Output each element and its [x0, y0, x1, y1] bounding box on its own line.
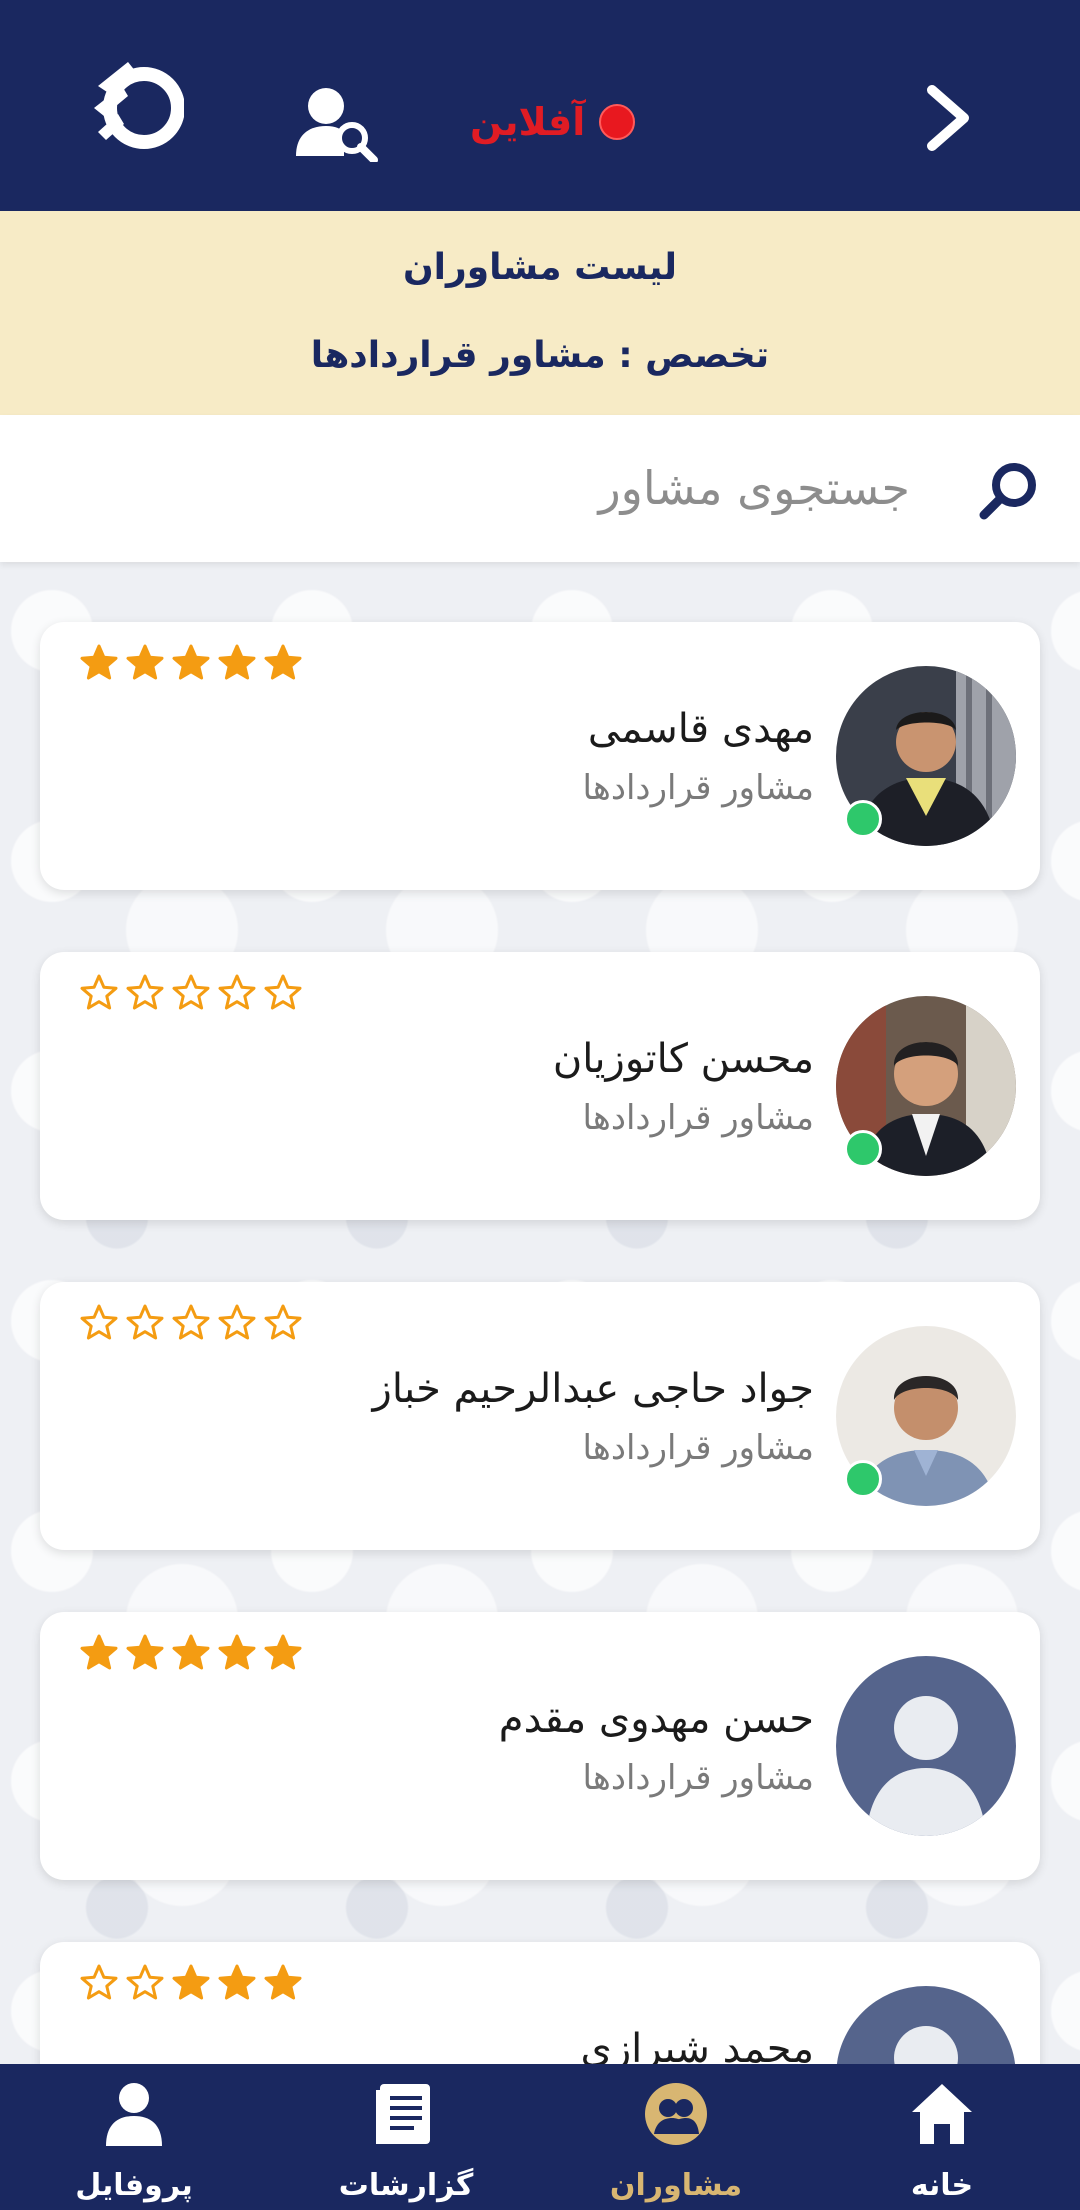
bottom-nav: پروفایل گزارشات مشاوران خانه	[0, 2064, 1080, 2210]
search-icon[interactable]	[978, 459, 1040, 521]
nav-label: خانه	[910, 2168, 974, 2203]
rating-stars	[80, 1304, 302, 1342]
nav-label: مشاوران	[609, 2168, 743, 2203]
star-filled-icon	[218, 644, 256, 680]
star-outline-icon	[80, 1964, 118, 2000]
status-dot	[599, 104, 636, 140]
nav-home[interactable]: خانه	[842, 2064, 1042, 2210]
star-filled-icon	[126, 1634, 164, 1670]
online-status: آفلاین	[470, 96, 636, 148]
advisor-name: جواد حاجی عبدالرحیم خباز	[372, 1366, 814, 1412]
user-search-icon[interactable]	[296, 84, 378, 162]
search-bar	[0, 415, 1080, 562]
title-band: لیست مشاوران تخصص : مشاور قراردادها	[0, 211, 1080, 415]
star-outline-icon	[126, 1964, 164, 2000]
star-outline-icon	[264, 1304, 302, 1340]
star-filled-icon	[264, 1964, 302, 2000]
advisor-name: حسن مهدوی مقدم	[498, 1696, 814, 1742]
advisor-card[interactable]: مهدی قاسمی مشاور قراردادها	[40, 622, 1040, 890]
advisor-card[interactable]: حسن مهدوی مقدم مشاور قراردادها	[40, 1612, 1040, 1880]
star-filled-icon	[218, 1964, 256, 2000]
star-filled-icon	[172, 1964, 210, 2000]
chevron-right-icon[interactable]	[920, 82, 976, 154]
specialty-label: تخصص : مشاور قراردادها	[310, 335, 770, 376]
advisor-card[interactable]: جواد حاجی عبدالرحیم خباز مشاور قراردادها	[40, 1282, 1040, 1550]
search-input[interactable]	[210, 445, 910, 531]
online-indicator	[844, 1460, 882, 1498]
rating-stars	[80, 1634, 302, 1672]
rating-stars	[80, 644, 302, 682]
logo-icon	[94, 62, 184, 149]
star-filled-icon	[264, 644, 302, 680]
home-icon	[912, 2084, 972, 2144]
advisor-name: محسن کاتوزیان	[552, 1036, 814, 1082]
advisor-card[interactable]: محسن کاتوزیان مشاور قراردادها	[40, 952, 1040, 1220]
nav-label: پروفایل	[75, 2168, 193, 2203]
nav-label: گزارشات	[338, 2168, 474, 2203]
online-indicator	[844, 1130, 882, 1168]
nav-profile[interactable]: پروفایل	[34, 2064, 234, 2210]
star-outline-icon	[126, 1304, 164, 1340]
star-outline-icon	[80, 1304, 118, 1340]
star-outline-icon	[126, 974, 164, 1010]
star-filled-icon	[172, 644, 210, 680]
advisor-role: مشاور قراردادها	[582, 1098, 814, 1138]
app-header: آفلاین	[0, 0, 1080, 211]
online-indicator	[844, 800, 882, 838]
star-filled-icon	[80, 644, 118, 680]
star-outline-icon	[172, 974, 210, 1010]
advisors-icon	[645, 2083, 707, 2145]
star-outline-icon	[218, 974, 256, 1010]
star-outline-icon	[264, 974, 302, 1010]
status-label: آفلاین	[470, 100, 586, 144]
nav-advisors[interactable]: مشاوران	[576, 2064, 776, 2210]
advisor-name: مهدی قاسمی	[587, 706, 814, 752]
rating-stars	[80, 974, 302, 1012]
nav-reports[interactable]: گزارشات	[306, 2064, 506, 2210]
star-filled-icon	[218, 1634, 256, 1670]
star-filled-icon	[80, 1634, 118, 1670]
advisor-role: مشاور قراردادها	[582, 1428, 814, 1468]
star-outline-icon	[218, 1304, 256, 1340]
star-filled-icon	[126, 644, 164, 680]
user-icon	[106, 2083, 162, 2146]
star-filled-icon	[172, 1634, 210, 1670]
document-icon	[376, 2084, 430, 2144]
star-outline-icon	[172, 1304, 210, 1340]
advisor-role: مشاور قراردادها	[582, 768, 814, 808]
star-outline-icon	[80, 974, 118, 1010]
avatar-placeholder	[836, 1656, 1016, 1836]
star-filled-icon	[264, 1634, 302, 1670]
advisor-role: مشاور قراردادها	[582, 1758, 814, 1798]
page-title: لیست مشاوران	[402, 247, 678, 288]
rating-stars	[80, 1964, 302, 2002]
